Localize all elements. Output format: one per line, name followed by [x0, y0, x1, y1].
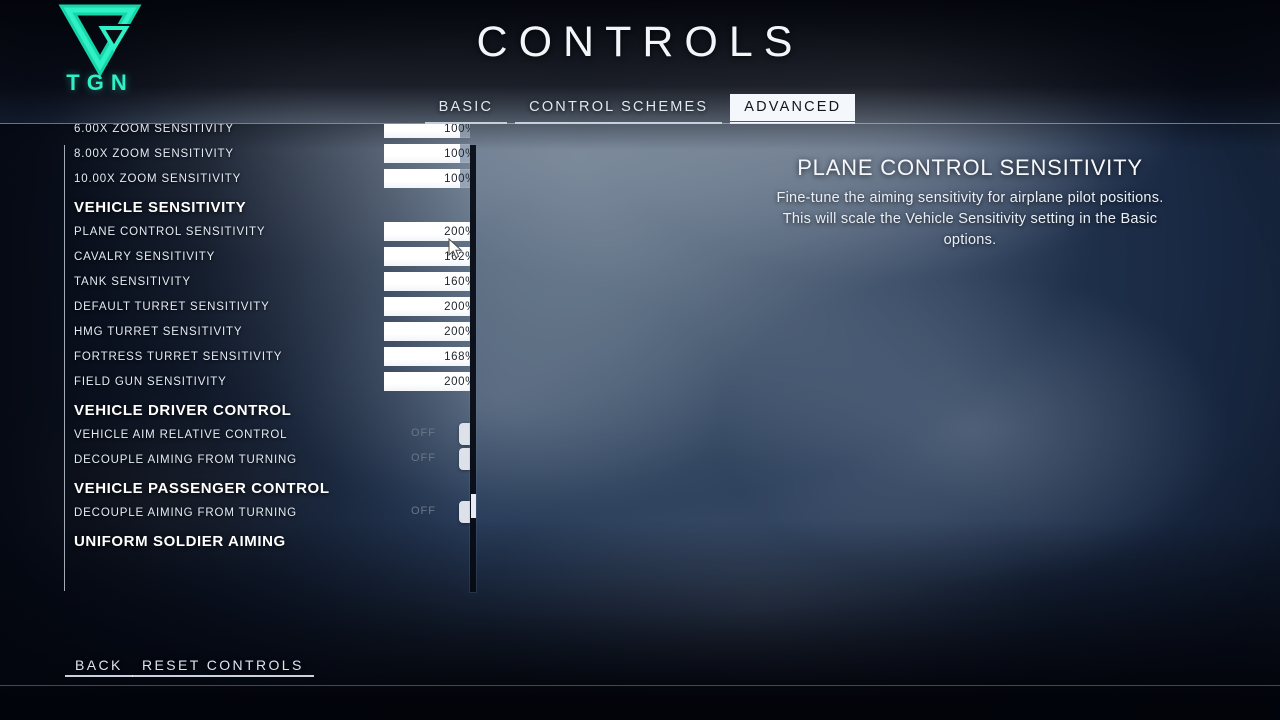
mouse-pointer-icon: [448, 238, 463, 259]
setting-toggle-on-option[interactable]: ON: [459, 423, 470, 445]
setting-label: FORTRESS TURRET SENSITIVITY: [74, 350, 283, 363]
setting-row-slider[interactable]: HMG TURRET SENSITIVITY 200%: [74, 319, 470, 344]
setting-slider[interactable]: 100%: [384, 144, 470, 163]
setting-label: VEHICLE AIM RELATIVE CONTROL: [74, 428, 288, 441]
setting-slider[interactable]: 100%: [384, 124, 470, 138]
setting-row-slider[interactable]: DEFAULT TURRET SENSITIVITY 200%: [74, 294, 470, 319]
tab-advanced-label: ADVANCED: [744, 99, 842, 115]
settings-section-header: VEHICLE SENSITIVITY: [74, 195, 464, 220]
setting-label: TANK SENSITIVITY: [74, 275, 191, 288]
setting-slider[interactable]: 160%: [384, 272, 470, 291]
setting-slider-value: 168%: [444, 350, 470, 363]
footer-bar: BACK RESET CONTROLS: [0, 655, 1280, 695]
settings-section-header: VEHICLE DRIVER CONTROL: [74, 398, 464, 423]
setting-slider[interactable]: 200%: [384, 372, 470, 391]
reset-controls-button-label: RESET CONTROLS: [142, 657, 304, 673]
setting-slider-value: 100%: [444, 147, 470, 160]
description-panel: PLANE CONTROL SENSITIVITY Fine-tune the …: [690, 155, 1250, 251]
back-button-label: BACK: [75, 657, 123, 673]
setting-row-toggle[interactable]: DECOUPLE AIMING FROM TURNING OFF ON: [74, 500, 470, 525]
setting-label: 10.00X ZOOM SENSITIVITY: [74, 172, 242, 185]
tab-advanced[interactable]: ADVANCED: [730, 94, 856, 124]
page-title: CONTROLS: [476, 18, 804, 66]
tab-control-schemes[interactable]: CONTROL SCHEMES: [515, 94, 723, 124]
settings-scrollbar-thumb[interactable]: [471, 494, 476, 518]
page-header: CONTROLS BASIC CONTROL SCHEMES ADVANCED: [0, 0, 1280, 124]
setting-row-toggle[interactable]: VEHICLE AIM RELATIVE CONTROL OFF ON: [74, 422, 470, 447]
settings-section-header: VEHICLE PASSENGER CONTROL: [74, 476, 464, 501]
setting-toggle: OFF ON: [384, 422, 470, 447]
setting-toggle-on-option[interactable]: ON: [459, 448, 470, 470]
setting-row-slider[interactable]: PLANE CONTROL SENSITIVITY200%: [74, 219, 470, 244]
tab-bar: BASIC CONTROL SCHEMES ADVANCED: [0, 94, 1280, 124]
tab-control-schemes-label: CONTROL SCHEMES: [529, 99, 709, 115]
setting-toggle-on-option[interactable]: ON: [459, 501, 470, 523]
setting-row-slider[interactable]: FORTRESS TURRET SENSITIVITY 168%: [74, 344, 470, 369]
settings-section-header: UNIFORM SOLDIER AIMING: [74, 529, 464, 554]
setting-toggle: OFF ON: [384, 447, 470, 472]
setting-slider[interactable]: 168%: [384, 347, 470, 366]
setting-label: 8.00X ZOOM SENSITIVITY: [74, 147, 234, 160]
setting-label: DEFAULT TURRET SENSITIVITY: [74, 300, 270, 313]
setting-slider-value: 100%: [444, 172, 470, 185]
setting-label: 6.00X ZOOM SENSITIVITY: [74, 124, 234, 135]
tab-basic[interactable]: BASIC: [424, 94, 508, 124]
setting-slider-value: 200%: [444, 325, 470, 338]
setting-row-slider[interactable]: CAVALRY SENSITIVITY162%: [74, 244, 470, 269]
settings-section-label: VEHICLE PASSENGER CONTROL: [74, 480, 330, 497]
setting-toggle: OFF ON: [384, 500, 470, 525]
footer-divider: [0, 685, 1280, 686]
setting-row-slider[interactable]: 6.00X ZOOM SENSITIVITY 100%: [74, 124, 470, 141]
back-button[interactable]: BACK: [65, 655, 133, 679]
setting-label: FIELD GUN SENSITIVITY: [74, 375, 227, 388]
setting-label: PLANE CONTROL SENSITIVITY: [74, 225, 266, 238]
setting-label: HMG TURRET SENSITIVITY: [74, 325, 243, 338]
reset-controls-button[interactable]: RESET CONTROLS: [132, 655, 314, 679]
settings-list: 6.00X ZOOM SENSITIVITY100%8.00X ZOOM SEN…: [0, 124, 470, 594]
setting-slider-value: 200%: [444, 300, 470, 313]
description-body: Fine-tune the aiming sensitivity for air…: [776, 190, 1164, 248]
setting-slider[interactable]: 200%: [384, 297, 470, 316]
settings-section-label: VEHICLE SENSITIVITY: [74, 199, 247, 216]
setting-row-slider[interactable]: 8.00X ZOOM SENSITIVITY 100%: [74, 141, 470, 166]
setting-row-slider[interactable]: TANK SENSITIVITY 160%: [74, 269, 470, 294]
setting-row-slider[interactable]: FIELD GUN SENSITIVITY 200%: [74, 369, 470, 394]
description-title: PLANE CONTROL SENSITIVITY: [797, 155, 1143, 180]
setting-slider[interactable]: 100%: [384, 169, 470, 188]
setting-row-slider[interactable]: 10.00X ZOOM SENSITIVITY 100%: [74, 166, 470, 191]
setting-slider-value: 160%: [444, 275, 470, 288]
setting-row-toggle[interactable]: DECOUPLE AIMING FROM TURNING OFF ON: [74, 447, 470, 472]
setting-label: DECOUPLE AIMING FROM TURNING: [74, 506, 297, 519]
setting-toggle-off-option[interactable]: OFF: [411, 452, 436, 464]
settings-scrollbar-track[interactable]: [470, 145, 476, 592]
setting-slider-value: 200%: [444, 375, 470, 388]
setting-slider[interactable]: 200%: [384, 322, 470, 341]
setting-label: CAVALRY SENSITIVITY: [74, 250, 216, 263]
setting-toggle-off-option[interactable]: OFF: [411, 427, 436, 439]
setting-slider-value: 100%: [444, 124, 470, 135]
setting-label: DECOUPLE AIMING FROM TURNING: [74, 453, 297, 466]
settings-section-label: VEHICLE DRIVER CONTROL: [74, 402, 292, 419]
settings-section-label: UNIFORM SOLDIER AIMING: [74, 533, 286, 550]
setting-toggle-off-option[interactable]: OFF: [411, 505, 436, 517]
tab-basic-label: BASIC: [438, 99, 494, 115]
settings-rows-viewport: 6.00X ZOOM SENSITIVITY100%8.00X ZOOM SEN…: [0, 124, 470, 594]
